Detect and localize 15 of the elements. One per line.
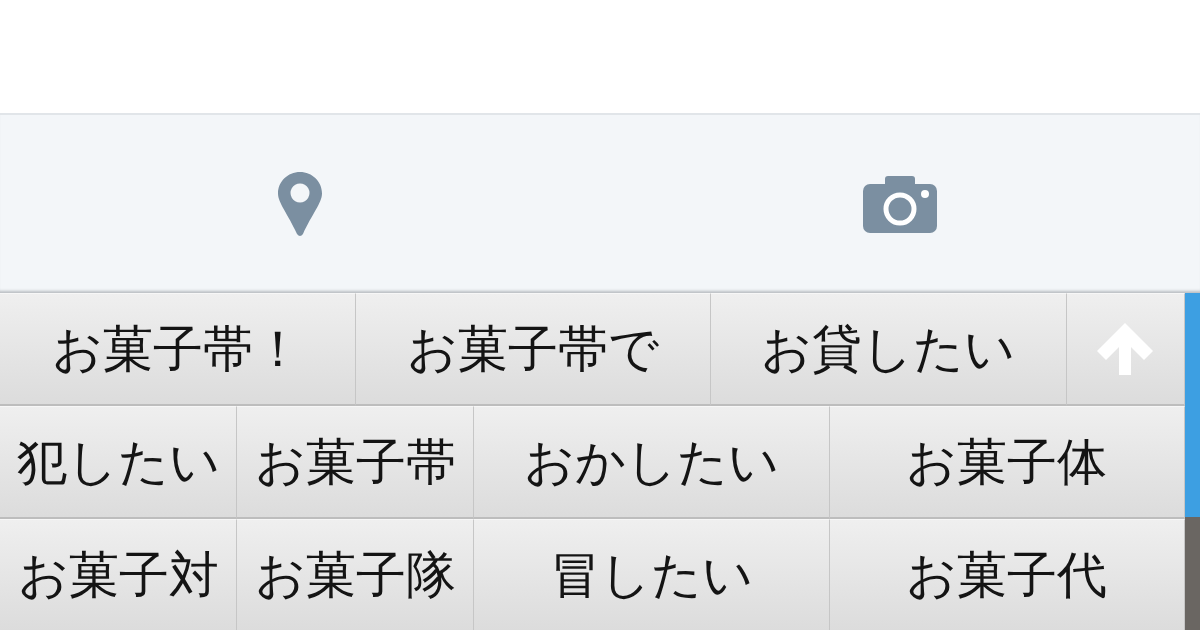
candidate-key[interactable]: おかしたい (474, 406, 830, 519)
collapse-key[interactable] (1066, 293, 1185, 406)
candidate-key[interactable]: お菓子代 (829, 519, 1185, 630)
candidate-key[interactable]: お菓子隊 (237, 519, 474, 630)
candidate-key[interactable]: お菓子帯 (237, 406, 474, 519)
candidate-key[interactable]: 犯したい (0, 406, 237, 519)
candidate-key[interactable]: お貸したい (711, 293, 1067, 406)
candidate-key[interactable]: 冒したい (474, 519, 830, 630)
candidate-key[interactable]: お菓子体 (829, 406, 1185, 519)
up-arrow-icon (1097, 323, 1154, 375)
camera-icon[interactable] (863, 175, 937, 233)
candidate-key[interactable]: お菓子帯！ (0, 293, 356, 406)
candidate-key[interactable]: お菓子対 (0, 519, 237, 630)
location-pin-icon[interactable] (278, 171, 322, 237)
candidate-key[interactable]: お菓子帯で (355, 293, 711, 406)
